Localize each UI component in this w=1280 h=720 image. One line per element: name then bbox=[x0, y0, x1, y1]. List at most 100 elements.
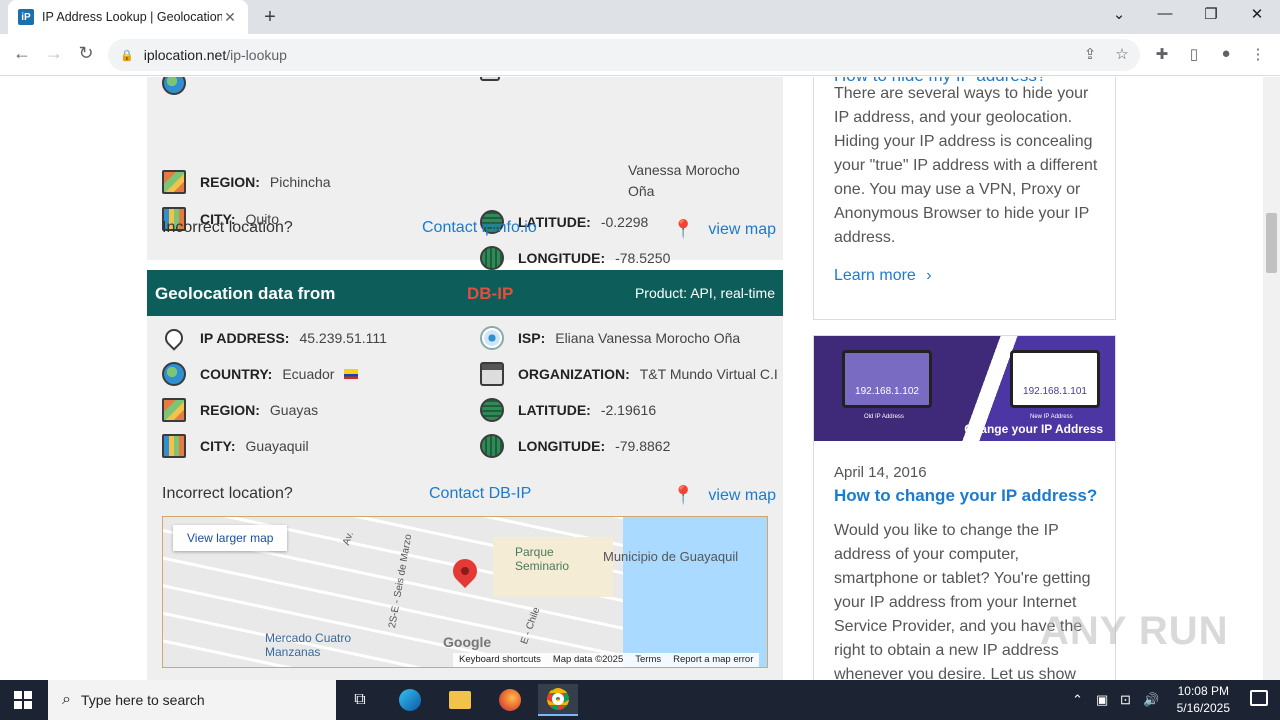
view-larger-map-button[interactable]: View larger map bbox=[173, 525, 288, 551]
road-label-chile: E - Chile bbox=[519, 605, 543, 646]
google-logo: Google bbox=[443, 634, 492, 650]
latitude-row: LATITUDE: -2.19616 bbox=[480, 398, 656, 422]
article-text: Would you like to change the IP address … bbox=[834, 522, 1091, 680]
old-ip-label: Old IP Address bbox=[864, 414, 904, 420]
longitude-label: LONGITUDE: bbox=[518, 250, 606, 266]
organization-row: ORGANIZATION: T&T Mundo Virtual C.I bbox=[480, 362, 778, 386]
tab-strip: iP IP Address Lookup | Geolocation ✕ + ⌄… bbox=[0, 0, 1280, 34]
change-ip-banner-image[interactable]: 192.168.1.102 Old IP Address 192.168.1.1… bbox=[814, 336, 1115, 441]
contact-ipinfo-link[interactable]: Contact ipinfo.io bbox=[422, 219, 537, 237]
mercado-label: Mercado Cuatro Manzanas bbox=[265, 631, 352, 659]
road-label-seis-de-marzo: 2S-E - Seis de Marzo bbox=[387, 533, 415, 629]
scrollbar-thumb[interactable] bbox=[1266, 213, 1277, 273]
page-scrollbar[interactable] bbox=[1263, 77, 1280, 680]
menu-kebab-icon[interactable]: ⋮ bbox=[1248, 45, 1268, 63]
city-label: CITY: bbox=[200, 438, 236, 454]
new-tab-button[interactable]: + bbox=[258, 6, 282, 29]
lock-icon: 🔒 bbox=[120, 49, 134, 62]
network-icon[interactable]: ⊡ bbox=[1120, 692, 1131, 708]
taskbar-search-box[interactable]: ⌕ Type here to search bbox=[48, 680, 336, 720]
keyboard-shortcuts-link[interactable]: Keyboard shortcuts bbox=[459, 654, 541, 666]
road-label-av: Av. bbox=[341, 530, 356, 547]
org-row-partial bbox=[480, 77, 514, 81]
longitude-value: -79.8862 bbox=[615, 438, 671, 454]
bookmark-star-icon[interactable]: ☆ bbox=[1112, 45, 1132, 63]
back-button[interactable]: ← bbox=[10, 43, 34, 64]
restore-button[interactable]: ❐ bbox=[1196, 5, 1226, 23]
chevron-right-icon: › bbox=[926, 267, 932, 284]
longitude-value: -78.5250 bbox=[615, 250, 671, 266]
tab-search-icon[interactable]: ⌄ bbox=[1104, 5, 1134, 23]
windows-start-icon[interactable] bbox=[14, 691, 32, 709]
task-view-icon[interactable]: ⧉ bbox=[340, 684, 380, 716]
longitude-icon bbox=[480, 434, 504, 458]
latitude-value: -0.2298 bbox=[600, 214, 649, 230]
page-viewport: Vanessa Morocho Oña REGION: Pichincha CI… bbox=[0, 77, 1280, 680]
view-map-link-dbip[interactable]: 📍 view map bbox=[672, 485, 776, 506]
region-label: REGION: bbox=[200, 402, 260, 418]
tray-chevron-icon[interactable]: ⌃ bbox=[1072, 692, 1083, 708]
forward-button[interactable]: → bbox=[42, 43, 66, 64]
old-ip-text: 192.168.1.102 bbox=[855, 386, 919, 397]
country-row-partial bbox=[162, 77, 200, 95]
longitude-label: LONGITUDE: bbox=[518, 438, 606, 454]
provider-name: DB-IP bbox=[467, 284, 514, 303]
clock-date: 5/16/2025 bbox=[1176, 701, 1230, 715]
volume-icon[interactable]: 🔊 bbox=[1143, 692, 1159, 708]
embedded-google-map[interactable]: View larger map Parque Seminario Municip… bbox=[162, 516, 768, 668]
browser-toolbar: ← → ↻ 🔒 iplocation.net/ip-lookup ⇪ ☆ ✚ ▯… bbox=[0, 34, 1280, 76]
notification-icon[interactable] bbox=[1250, 690, 1268, 706]
view-map-link-ipinfo[interactable]: 📍 view map bbox=[672, 219, 776, 240]
contact-dbip-link[interactable]: Contact DB-IP bbox=[429, 485, 531, 503]
region-row: REGION: Pichincha bbox=[162, 170, 331, 194]
country-row: COUNTRY: Ecuador bbox=[162, 362, 359, 386]
antenna-icon bbox=[480, 326, 504, 350]
tab-title: IP Address Lookup | Geolocation bbox=[42, 10, 222, 24]
share-icon[interactable]: ⇪ bbox=[1080, 45, 1100, 63]
sidebar-article-hide-ip: How to hide my IP address? There are sev… bbox=[813, 77, 1116, 320]
learn-more-label: Learn more bbox=[834, 267, 916, 284]
geolocation-card-dbip: Geolocation data from DB-IP Product: API… bbox=[147, 270, 783, 680]
address-bar[interactable]: 🔒 iplocation.net/ip-lookup bbox=[108, 39, 1140, 71]
taskbar-clock[interactable]: 10:08 PM 5/16/2025 bbox=[1177, 683, 1230, 717]
longitude-icon bbox=[480, 246, 504, 270]
close-tab-icon[interactable]: ✕ bbox=[222, 9, 238, 26]
search-icon: ⌕ bbox=[62, 691, 71, 708]
marker-dot bbox=[461, 567, 469, 575]
browser-tab[interactable]: iP IP Address Lookup | Geolocation ✕ bbox=[8, 0, 248, 34]
close-window-button[interactable]: ✕ bbox=[1242, 5, 1272, 23]
report-map-error-link[interactable]: Report a map error bbox=[673, 654, 753, 666]
map-icon bbox=[162, 398, 186, 422]
edge-icon[interactable] bbox=[390, 684, 430, 716]
banner-caption: Change your IP Address bbox=[964, 422, 1103, 436]
municipio-label: Municipio de Guayaquil bbox=[603, 549, 739, 564]
park-label: Parque Seminario bbox=[515, 545, 570, 573]
latitude-value: -2.19616 bbox=[600, 402, 657, 418]
firefox-icon[interactable] bbox=[490, 684, 530, 716]
clock-time: 10:08 PM bbox=[1177, 684, 1229, 698]
terms-link[interactable]: Terms bbox=[635, 654, 661, 666]
file-explorer-icon[interactable] bbox=[440, 684, 480, 716]
isp-value: Eliana Vanessa Morocho Oña bbox=[555, 330, 741, 346]
profile-avatar-icon[interactable]: ● bbox=[1216, 45, 1236, 62]
city-icon bbox=[162, 434, 186, 458]
country-label: COUNTRY: bbox=[200, 366, 273, 382]
tray-device-icon[interactable]: ▣ bbox=[1096, 692, 1108, 708]
article-text: There are several ways to hide your IP a… bbox=[834, 85, 1098, 246]
organization-icon bbox=[480, 362, 504, 386]
country-value: Ecuador bbox=[282, 366, 335, 382]
learn-more-link[interactable]: Learn more › bbox=[834, 267, 932, 285]
url-path: /ip-lookup bbox=[226, 47, 287, 63]
map-icon bbox=[162, 170, 186, 194]
map-pin-icon: 📍 bbox=[672, 219, 695, 239]
reload-button[interactable]: ↻ bbox=[74, 43, 98, 64]
city-row: CITY: Guayaquil bbox=[162, 434, 309, 458]
side-panel-icon[interactable]: ▯ bbox=[1184, 45, 1204, 63]
minimize-button[interactable]: — bbox=[1150, 5, 1180, 22]
article-title[interactable]: How to change your IP address? bbox=[834, 486, 1097, 506]
windows-taskbar: ⌕ Type here to search ⧉ ⌃ ▣ ⊡ 🔊 10:08 PM… bbox=[0, 680, 1280, 720]
incorrect-location-text: Incorrect location? bbox=[162, 219, 293, 236]
map-footer: Keyboard shortcuts Map data ©2025 Terms … bbox=[453, 653, 760, 667]
chrome-icon[interactable] bbox=[538, 684, 578, 716]
extensions-icon[interactable]: ✚ bbox=[1152, 45, 1172, 63]
